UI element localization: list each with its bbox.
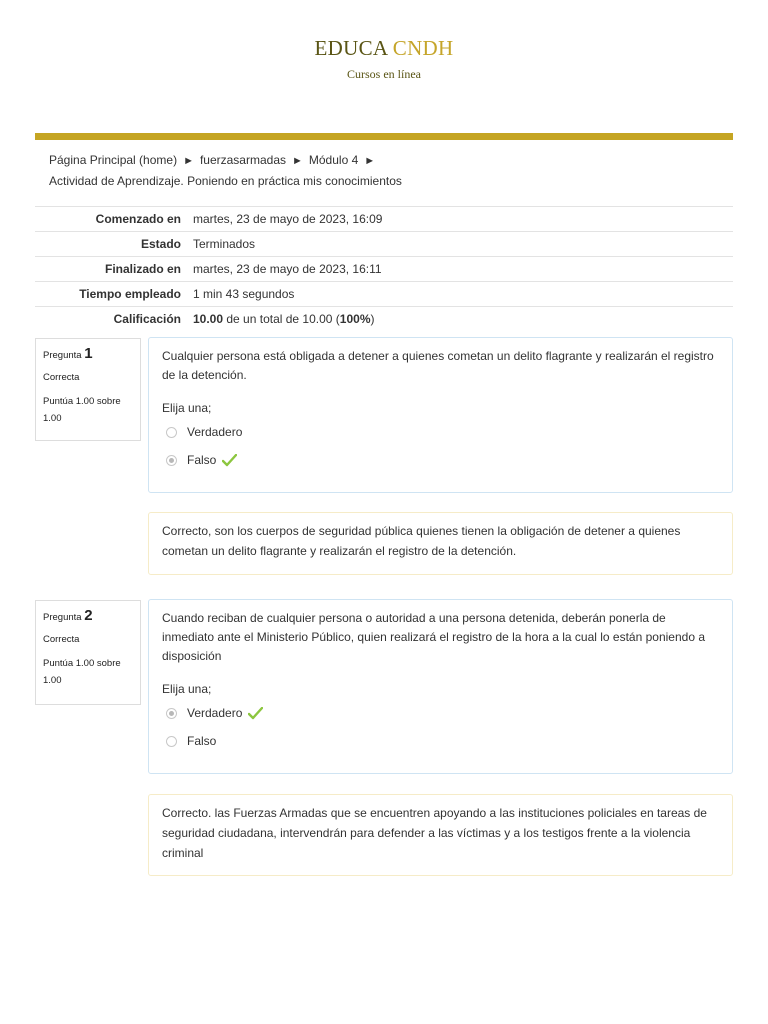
- radio-button[interactable]: [166, 707, 177, 719]
- answer-option[interactable]: Falso: [162, 727, 719, 755]
- breadcrumb: Página Principal (home) ► fuerzasarmadas ► M…: [49, 150, 729, 191]
- grade-total: de un total de 10.00 (: [223, 312, 340, 326]
- summary-value: 1 min 43 segundos: [193, 287, 295, 301]
- feedback-text: Correcto, son los cuerpos de seguridad p…: [162, 524, 681, 558]
- summary-label: Estado: [140, 237, 181, 251]
- summary-row-started: Comenzado en martes, 23 de mayo de 2023,…: [35, 206, 733, 232]
- header-divider: [35, 133, 733, 140]
- summary-value: 10.00 de un total de 10.00 (100%): [187, 307, 733, 332]
- answer-option[interactable]: Verdadero: [162, 699, 719, 727]
- summary-label: Comenzado en: [95, 212, 181, 226]
- brand-primary: EDUCA: [314, 36, 388, 60]
- answer-prompt: Elija una;: [162, 682, 212, 696]
- summary-label: Calificación: [113, 312, 181, 326]
- breadcrumb-separator-icon: ►: [183, 155, 194, 167]
- summary-label: Finalizado en: [104, 262, 181, 276]
- radio-button[interactable]: [166, 735, 177, 747]
- summary-row-time: Tiempo empleado 1 min 43 segundos: [35, 281, 733, 307]
- breadcrumb-activity[interactable]: Actividad de Aprendizaje. Poniendo en pr…: [49, 174, 402, 188]
- summary-row-grade: Calificación 10.00 de un total de 10.00 …: [35, 306, 733, 332]
- answer-label: Falso: [187, 733, 217, 748]
- question-1-feedback: Correcto, son los cuerpos de seguridad p…: [148, 512, 733, 575]
- breadcrumb-module[interactable]: Módulo 4: [309, 153, 358, 167]
- question-2: Cuando reciban de cualquier persona o au…: [148, 599, 733, 774]
- answer-prompt: Elija una;: [162, 401, 212, 415]
- correct-check-icon: [248, 706, 264, 719]
- answer-label: Verdadero: [187, 705, 243, 720]
- question-text: Cualquier persona está obligada a detene…: [162, 349, 714, 382]
- site-logo[interactable]: EDUCA CNDH: [0, 36, 768, 61]
- summary-value: martes, 23 de mayo de 2023, 16:11: [193, 262, 382, 276]
- breadcrumb-separator-icon: ►: [292, 155, 303, 167]
- summary-row-finished: Finalizado en martes, 23 de mayo de 2023…: [35, 256, 733, 282]
- attempt-summary: Comenzado en martes, 23 de mayo de 2023,…: [35, 206, 733, 331]
- question-number: Pregunta 2: [43, 607, 93, 624]
- grade-percent: 100%: [339, 312, 371, 326]
- answer-label: Falso: [187, 452, 217, 467]
- question-1-info: Pregunta 1 Correcta Puntúa 1.00 sobre 1.…: [35, 338, 141, 441]
- question-2-feedback: Correcto. las Fuerzas Armadas que se enc…: [148, 794, 733, 876]
- question-grade: Puntúa 1.00 sobre 1.00: [43, 658, 121, 686]
- question-2-info: Pregunta 2 Correcta Puntúa 1.00 sobre 1.…: [35, 600, 141, 705]
- answer-label: Verdadero: [187, 424, 243, 439]
- feedback-text: Correcto. las Fuerzas Armadas que se enc…: [162, 806, 707, 860]
- question-text: Cuando reciban de cualquier persona o au…: [162, 611, 705, 663]
- question-1: Cualquier persona está obligada a detene…: [148, 337, 733, 493]
- grade-value: 10.00: [193, 312, 224, 326]
- answer-option[interactable]: Falso: [162, 446, 719, 474]
- breadcrumb-course[interactable]: fuerzasarmadas: [200, 153, 286, 167]
- radio-button[interactable]: [166, 454, 177, 466]
- summary-row-state: Estado Terminados: [35, 231, 733, 257]
- correct-check-icon: [222, 453, 238, 466]
- grade-close: ): [370, 312, 375, 326]
- site-header: EDUCA CNDH Cursos en línea: [0, 36, 768, 82]
- summary-value: Terminados: [193, 237, 256, 251]
- site-tagline: Cursos en línea: [347, 67, 421, 81]
- question-grade: Puntúa 1.00 sobre 1.00: [43, 396, 121, 424]
- breadcrumb-separator-icon: ►: [364, 155, 376, 167]
- question-state: Correcta: [43, 372, 80, 383]
- summary-value: martes, 23 de mayo de 2023, 16:09: [193, 212, 383, 226]
- question-number: Pregunta 1: [43, 345, 93, 362]
- breadcrumb-home[interactable]: Página Principal (home): [49, 153, 177, 167]
- summary-label: Tiempo empleado: [79, 287, 181, 301]
- question-state: Correcta: [43, 634, 80, 645]
- brand-secondary: CNDH: [392, 36, 454, 60]
- radio-button[interactable]: [166, 426, 177, 438]
- answer-option[interactable]: Verdadero: [162, 418, 719, 446]
